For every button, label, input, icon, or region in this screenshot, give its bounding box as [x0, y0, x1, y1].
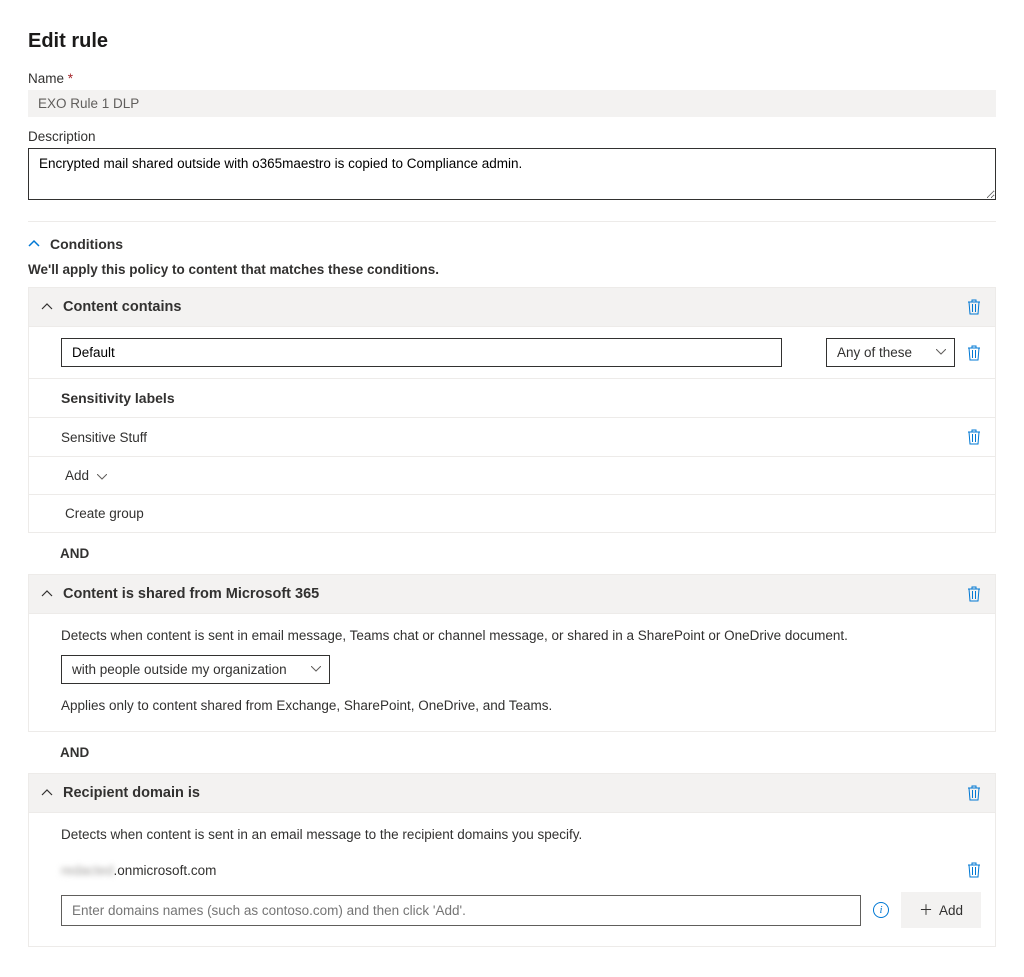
chevron-down-icon — [311, 664, 321, 675]
match-mode-dropdown[interactable]: Any of these — [826, 338, 955, 367]
condition-note: Applies only to content shared from Exch… — [43, 698, 981, 713]
add-domain-button[interactable]: ＋ Add — [901, 892, 981, 928]
condition-title: Content is shared from Microsoft 365 — [63, 586, 957, 602]
condition-title: Recipient domain is — [63, 785, 957, 801]
domain-item: redacted.onmicrosoft.com — [61, 863, 955, 878]
group-name-input[interactable] — [61, 338, 782, 367]
condition-content-shared: Content is shared from Microsoft 365 Det… — [28, 574, 996, 732]
condition-description: Detects when content is sent in an email… — [43, 827, 981, 842]
condition-header[interactable]: Content is shared from Microsoft 365 — [29, 575, 995, 614]
chevron-up-icon — [41, 301, 53, 313]
and-operator: AND — [28, 533, 996, 574]
condition-recipient-domain: Recipient domain is Detects when content… — [28, 773, 996, 947]
chevron-down-icon — [97, 472, 107, 483]
conditions-note: We'll apply this policy to content that … — [28, 262, 996, 277]
page-title: Edit rule — [28, 30, 996, 53]
condition-description: Detects when content is sent in email me… — [43, 628, 981, 643]
trash-icon[interactable] — [967, 586, 981, 602]
condition-header[interactable]: Recipient domain is — [29, 774, 995, 813]
create-group-link[interactable]: Create group — [65, 506, 144, 521]
share-scope-dropdown[interactable]: with people outside my organization — [61, 655, 330, 684]
trash-icon[interactable] — [967, 299, 981, 315]
trash-icon[interactable] — [967, 429, 981, 445]
condition-content-contains: Content contains Any of these Sensitivit… — [28, 287, 996, 533]
condition-title: Content contains — [63, 299, 957, 315]
condition-header[interactable]: Content contains — [29, 288, 995, 327]
and-operator: AND — [28, 732, 996, 773]
chevron-down-icon — [936, 347, 946, 358]
divider — [28, 221, 996, 222]
name-label: Name * — [28, 71, 996, 86]
domain-input[interactable] — [61, 895, 861, 926]
info-icon[interactable]: i — [873, 902, 889, 918]
chevron-up-icon — [41, 787, 53, 799]
trash-icon[interactable] — [967, 345, 981, 361]
description-label: Description — [28, 129, 996, 144]
trash-icon[interactable] — [967, 862, 981, 878]
description-input[interactable]: Encrypted mail shared outside with o365m… — [28, 148, 996, 200]
conditions-heading: Conditions — [50, 236, 123, 252]
sensitivity-label-item: Sensitive Stuff — [61, 430, 147, 445]
plus-icon: ＋ — [919, 900, 933, 920]
trash-icon[interactable] — [967, 785, 981, 801]
sensitivity-labels-heading: Sensitivity labels — [61, 390, 175, 406]
add-sensitivity-label[interactable]: Add — [65, 468, 107, 483]
name-input[interactable] — [28, 90, 996, 117]
chevron-up-icon — [41, 588, 53, 600]
conditions-toggle[interactable]: Conditions — [28, 236, 996, 252]
chevron-up-icon — [28, 238, 40, 250]
